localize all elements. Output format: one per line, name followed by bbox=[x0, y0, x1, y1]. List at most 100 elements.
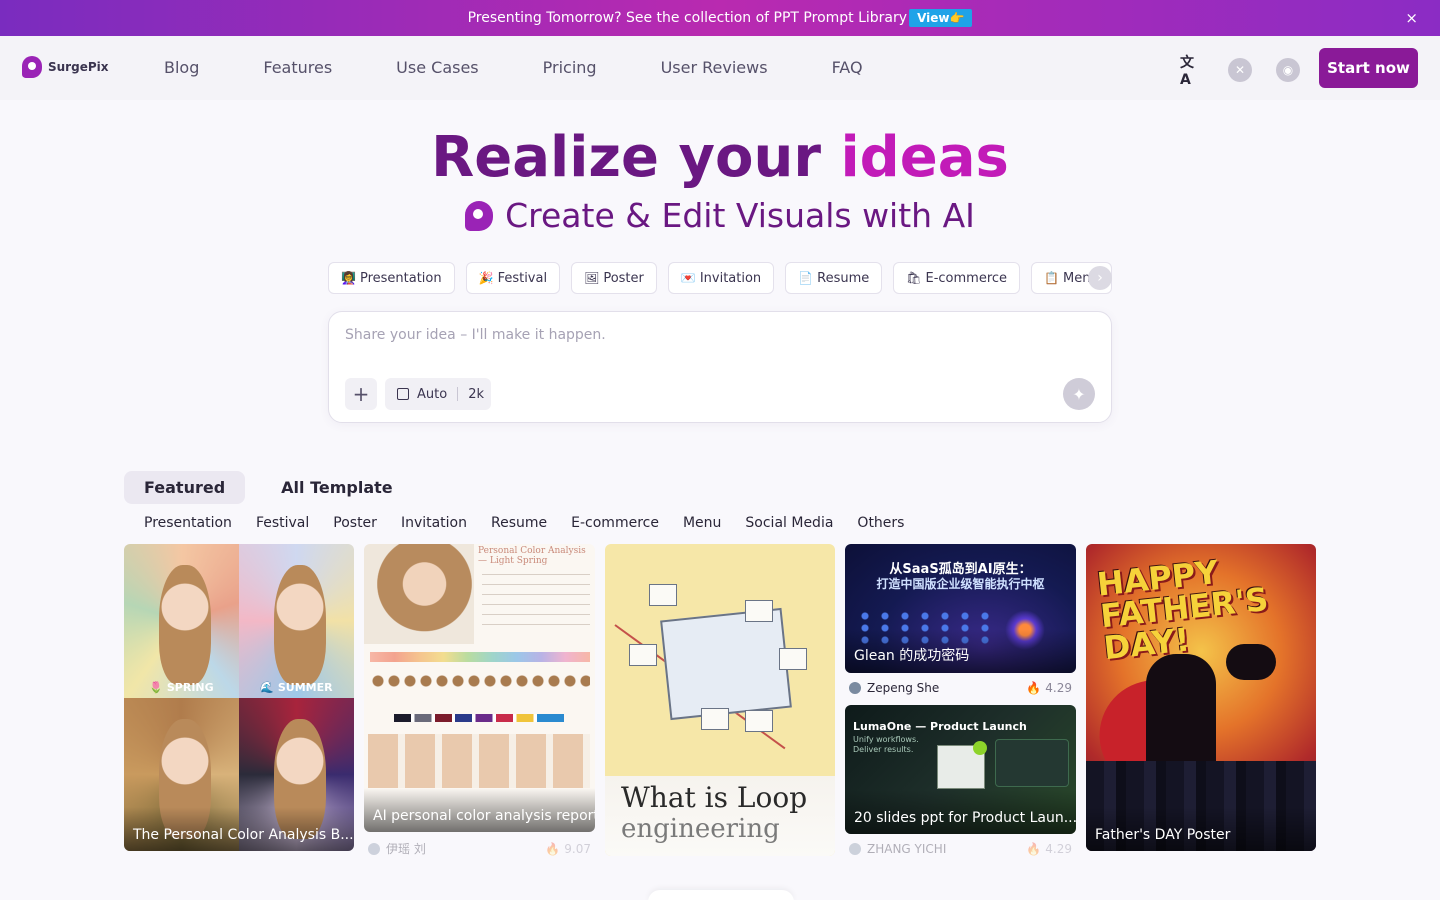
slide-title: LumaOne — Product Launch bbox=[853, 720, 1027, 733]
stats-panel bbox=[995, 739, 1069, 787]
resolution-label: 2k bbox=[468, 386, 484, 402]
author-name: ZHANG YICHI bbox=[867, 842, 947, 856]
nav-link-use-cases[interactable]: Use Cases bbox=[396, 58, 478, 77]
color-bars bbox=[394, 714, 564, 722]
logo-icon bbox=[22, 56, 42, 78]
letter-icon: 💌 bbox=[680, 271, 696, 285]
chip-festival[interactable]: 🎉 Festival bbox=[465, 262, 561, 294]
card-meta: 伊瑶 刘 🔥 9.07 bbox=[368, 840, 591, 857]
filter-menu[interactable]: Menu bbox=[683, 515, 721, 531]
card-image: 🌷 SPRING bbox=[124, 544, 239, 698]
template-card-loop-engineering[interactable]: What is Loop engineering bbox=[605, 544, 835, 856]
frame-icon: 🖼 bbox=[584, 271, 600, 285]
portrait-image bbox=[273, 565, 327, 686]
banner-text: Presenting Tomorrow? See the collection … bbox=[467, 10, 908, 26]
card-headline-2: engineering bbox=[621, 814, 780, 844]
nav-link-faq[interactable]: FAQ bbox=[832, 58, 863, 77]
banner-view-button[interactable]: View👉 bbox=[909, 9, 973, 27]
portrait-row bbox=[368, 734, 590, 788]
discord-icon[interactable]: ◉ bbox=[1276, 58, 1300, 82]
report-text-lines bbox=[482, 574, 590, 634]
badge-icon bbox=[973, 741, 987, 755]
filter-resume[interactable]: Resume bbox=[491, 515, 547, 531]
filter-ecommerce[interactable]: E-commerce bbox=[571, 515, 659, 531]
fire-icon: 🔥 bbox=[545, 841, 561, 856]
document-icon: 📄 bbox=[798, 271, 814, 285]
card-meta: Zepeng She 🔥 4.29 bbox=[849, 681, 1072, 695]
author-name: 伊瑶 刘 bbox=[386, 842, 426, 856]
chip-label: Poster bbox=[603, 270, 644, 286]
template-tabs: Featured All Template bbox=[124, 471, 413, 504]
ratio-label: Auto bbox=[417, 386, 448, 402]
announcement-banner: Presenting Tomorrow? See the collection … bbox=[0, 0, 1440, 36]
ratio-resolution-selector[interactable]: Auto 2k bbox=[385, 378, 491, 410]
chip-label: Presentation bbox=[359, 270, 442, 286]
party-icon: 🎉 bbox=[478, 271, 494, 285]
category-filter: Presentation Festival Poster Invitation … bbox=[144, 515, 904, 531]
template-card-glean[interactable]: 从SaaS孤岛到AI原生： 打造中国版企业级智能执行中枢 Glean 的成功密码 bbox=[845, 544, 1076, 673]
translate-icon[interactable]: 文A bbox=[1180, 55, 1204, 88]
slide-subtitle: Unify workflows. Deliver results. bbox=[853, 735, 919, 754]
nav-link-pricing[interactable]: Pricing bbox=[543, 58, 597, 77]
avatar bbox=[849, 843, 861, 855]
hero-title-part2: ideas bbox=[840, 125, 1009, 190]
season-label: 🌷 SPRING bbox=[149, 680, 214, 694]
filter-social-media[interactable]: Social Media bbox=[745, 515, 833, 531]
hero-title-part1: Realize your bbox=[431, 125, 821, 190]
sticky-note bbox=[629, 644, 657, 666]
avatar bbox=[368, 842, 380, 855]
template-card-color-analysis[interactable]: 🌷 SPRING 🌊 SUMMER The Personal Color Ana… bbox=[124, 544, 354, 851]
chip-presentation[interactable]: 👩‍🏫 Presentation bbox=[328, 262, 455, 294]
view-count: 9.07 bbox=[564, 841, 591, 856]
template-card-color-report[interactable]: Personal Color Analysis — Light Spring A… bbox=[364, 544, 595, 832]
prompt-input[interactable]: Share your idea – I'll make it happen. bbox=[345, 327, 606, 343]
chip-invitation[interactable]: 💌 Invitation bbox=[667, 262, 775, 294]
x-social-icon[interactable]: ✕ bbox=[1228, 58, 1252, 82]
sticky-note bbox=[745, 600, 773, 622]
silhouette-child bbox=[1226, 644, 1276, 680]
view-count: 4.29 bbox=[1045, 681, 1072, 695]
sticky-note bbox=[701, 708, 729, 730]
nav-link-user-reviews[interactable]: User Reviews bbox=[661, 58, 768, 77]
filter-poster[interactable]: Poster bbox=[333, 515, 377, 531]
load-more-tab[interactable] bbox=[648, 890, 794, 900]
hero-subtitle: Create & Edit Visuals with AI bbox=[0, 196, 1440, 235]
template-card-fathers-day[interactable]: HAPPY FATHER'S DAY! Father's DAY Poster bbox=[1086, 544, 1316, 851]
chip-label: Festival bbox=[497, 270, 548, 286]
card-caption: The Personal Color Analysis B... bbox=[124, 807, 354, 851]
chip-label: Resume bbox=[817, 270, 870, 286]
sparkle-icon[interactable]: ✦ bbox=[1063, 378, 1095, 410]
tab-featured[interactable]: Featured bbox=[124, 471, 246, 504]
filter-presentation[interactable]: Presentation bbox=[144, 515, 232, 531]
sticky-note bbox=[649, 584, 677, 606]
chip-resume[interactable]: 📄 Resume bbox=[785, 262, 883, 294]
card-caption: Father's DAY Poster bbox=[1086, 807, 1316, 851]
start-now-button[interactable]: Start now bbox=[1319, 48, 1418, 88]
avatar bbox=[849, 682, 861, 694]
card-meta: ZHANG YICHI 🔥 4.29 bbox=[849, 842, 1072, 856]
presentation-icon: 👩‍🏫 bbox=[341, 271, 356, 285]
nav-icons: 文A ✕ ◉ bbox=[1180, 55, 1300, 88]
filter-others[interactable]: Others bbox=[857, 515, 904, 531]
template-card-product-launch[interactable]: LumaOne — Product Launch Unify workflows… bbox=[845, 705, 1076, 834]
close-icon[interactable]: × bbox=[1405, 9, 1418, 27]
poster-headline: HAPPY FATHER'S DAY! bbox=[1095, 553, 1271, 668]
color-swatches bbox=[370, 652, 590, 662]
hero-title: Realize your ideas bbox=[0, 124, 1440, 192]
filter-festival[interactable]: Festival bbox=[256, 515, 309, 531]
card-caption: AI personal color analysis report bbox=[364, 788, 595, 832]
chip-poster[interactable]: 🖼 Poster bbox=[571, 262, 657, 294]
tab-all-template[interactable]: All Template bbox=[261, 471, 412, 504]
add-icon[interactable]: + bbox=[345, 378, 377, 410]
nav-links: Blog Features Use Cases Pricing User Rev… bbox=[164, 58, 927, 77]
chevron-right-icon[interactable]: › bbox=[1088, 266, 1112, 290]
chip-ecommerce[interactable]: 🛍 E-commerce bbox=[893, 262, 1021, 294]
filter-invitation[interactable]: Invitation bbox=[401, 515, 467, 531]
prompt-box: Share your idea – I'll make it happen. +… bbox=[328, 311, 1112, 423]
color-dots bbox=[370, 674, 590, 688]
brand-name: SurgePix bbox=[48, 60, 109, 74]
nav-link-features[interactable]: Features bbox=[263, 58, 332, 77]
nav-link-blog[interactable]: Blog bbox=[164, 58, 199, 77]
brand-logo[interactable]: SurgePix bbox=[22, 56, 108, 78]
portrait-image bbox=[364, 544, 474, 644]
